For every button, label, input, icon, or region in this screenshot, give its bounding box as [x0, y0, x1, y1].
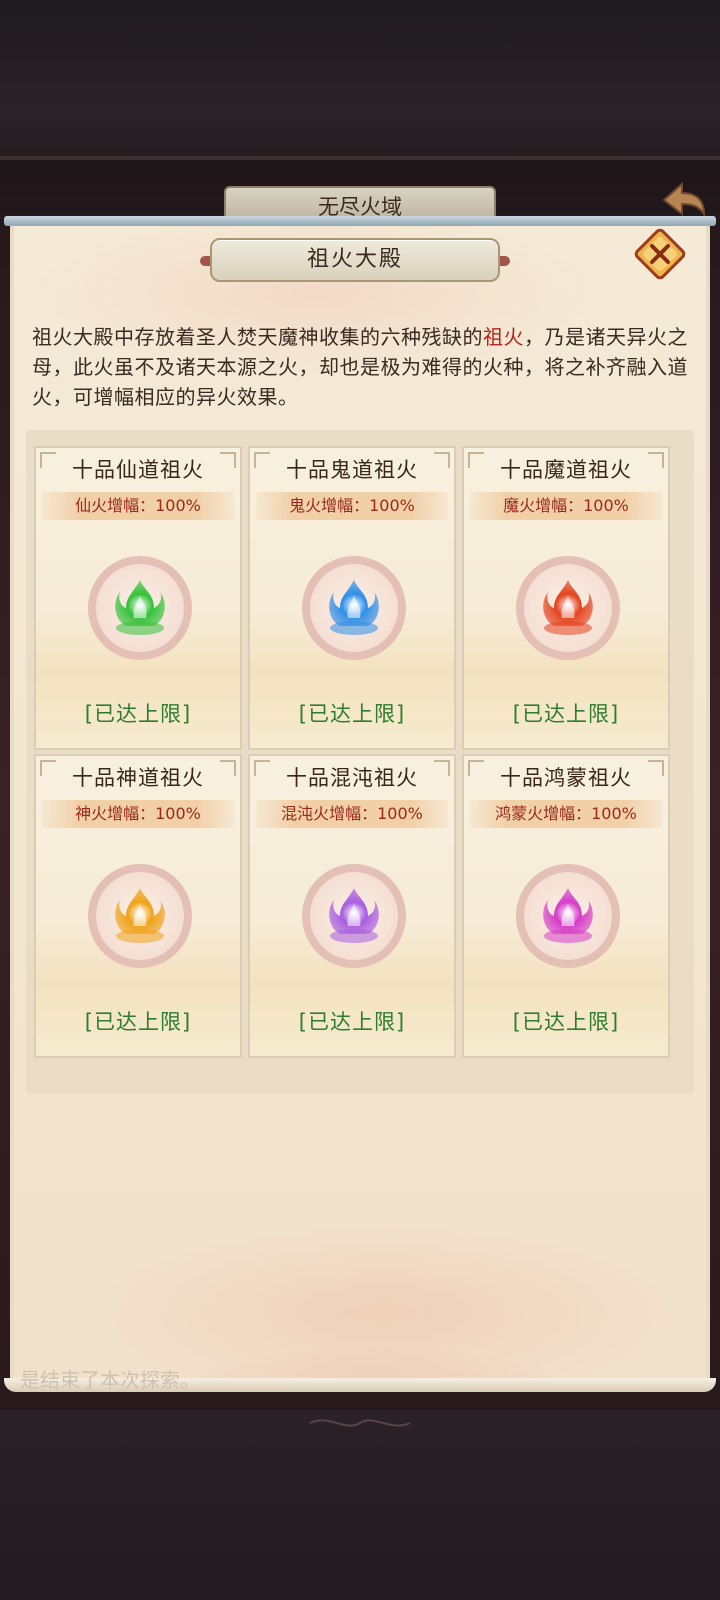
fire-card[interactable]: 十品仙道祖火仙火增幅：100% [已达上限]	[34, 446, 242, 750]
fire-card[interactable]: 十品混沌祖火混沌火增幅：100% [已达上限]	[248, 754, 456, 1058]
dialog-title: 祖火大殿	[306, 247, 403, 272]
fire-name: 十品混沌祖火	[286, 766, 418, 790]
fire-boost: 神火增幅：100%	[75, 804, 201, 823]
fire-name: 十品神道祖火	[72, 766, 204, 790]
bottom-band	[0, 1410, 720, 1600]
fire-name: 十品鬼道祖火	[286, 458, 418, 482]
purple-blue-flame-icon	[329, 888, 379, 943]
ornament-icon	[309, 1419, 411, 1427]
magenta-flame-icon	[543, 888, 593, 943]
description-highlight: 祖火	[483, 325, 524, 349]
fire-status: [已达上限]	[512, 702, 620, 726]
fire-status: [已达上限]	[298, 702, 406, 726]
fire-boost: 鬼火增幅：100%	[289, 496, 415, 515]
fire-boost: 仙火增幅：100%	[75, 496, 201, 515]
fire-name: 十品鸿蒙祖火	[500, 766, 632, 790]
fire-status: [已达上限]	[84, 1010, 192, 1034]
fire-card[interactable]: 十品魔道祖火魔火增幅：100% [已达上限]	[462, 446, 670, 750]
close-icon	[634, 228, 686, 280]
fire-boost: 鸿蒙火增幅：100%	[495, 804, 637, 823]
green-flame-icon	[115, 580, 165, 635]
red-flame-icon	[543, 580, 593, 635]
fire-status: [已达上限]	[84, 702, 192, 726]
description-text: 祖火大殿中存放着圣人焚天魔神收集的六种残缺的	[32, 325, 483, 349]
fire-card[interactable]: 十品鸿蒙祖火鸿蒙火增幅：100% [已达上限]	[462, 754, 670, 1058]
dialog-title-plaque: 祖火大殿	[210, 238, 500, 282]
fire-name: 十品魔道祖火	[500, 458, 632, 482]
close-button[interactable]	[632, 226, 688, 282]
fire-card[interactable]: 十品神道祖火神火增幅：100% [已达上限]	[34, 754, 242, 1058]
log-text: 是结束了本次探索。	[20, 1368, 200, 1392]
fire-name: 十品仙道祖火	[72, 458, 204, 482]
dialog-description: 祖火大殿中存放着圣人焚天魔神收集的六种残缺的祖火，乃是诸天异火之母，此火虽不及诸…	[32, 322, 692, 412]
fire-card[interactable]: 十品鬼道祖火鬼火增幅：100% [已达上限]	[248, 446, 456, 750]
fire-boost: 魔火增幅：100%	[503, 496, 629, 515]
top-band	[0, 0, 720, 160]
fire-boost: 混沌火增幅：100%	[281, 804, 423, 823]
blue-flame-icon	[329, 580, 379, 635]
fire-status: [已达上限]	[512, 1010, 620, 1034]
scroll-top-rod	[4, 216, 716, 226]
gold-flame-icon	[115, 888, 165, 943]
fire-status: [已达上限]	[298, 1010, 406, 1034]
